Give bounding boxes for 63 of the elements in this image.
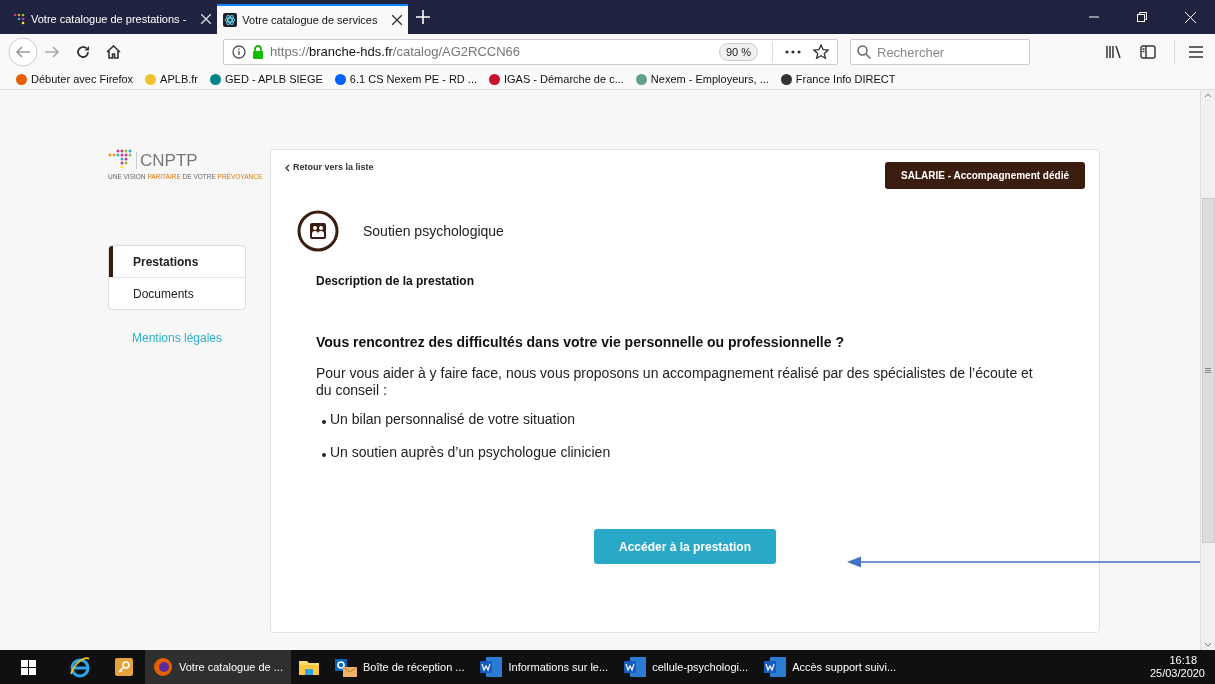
bookmark-link[interactable]: 6.1 CS Nexem PE - RD ...	[334, 71, 477, 88]
sidebar-icon[interactable]	[1140, 45, 1156, 59]
description-paragraph: Pour vous aider à y faire face, nous vous proposons un accompagnement réalisé par des spécialistes de l’écoute et du conseil :	[316, 365, 1034, 399]
restore-icon[interactable]	[1137, 12, 1147, 22]
url-text: https://branche-hds.fr/catalog/AG2RCCN66	[270, 43, 521, 62]
close-icon[interactable]	[1185, 11, 1196, 23]
info-icon	[232, 45, 246, 59]
bookmark-link[interactable]: Nexem - Employeurs, ...	[635, 71, 769, 88]
bullet-icon	[322, 420, 326, 424]
bookmark-link[interactable]: IGAS - Démarche de c...	[489, 71, 624, 88]
windows-start-icon[interactable]	[21, 659, 36, 675]
people-icon	[297, 210, 339, 252]
bookmark-link[interactable]: France Info DIRECT	[780, 71, 896, 88]
star-icon[interactable]	[813, 44, 829, 60]
key-icon[interactable]	[115, 658, 133, 676]
service-title: Soutien psychologique	[363, 221, 504, 241]
bullet-item: Un bilan personnalisé de votre situation	[330, 410, 576, 429]
library-icon[interactable]	[1106, 45, 1122, 59]
search-icon	[857, 45, 871, 59]
document-app-icon	[480, 657, 503, 677]
document-app-icon	[624, 657, 647, 677]
clock-time: 16:18	[1169, 654, 1197, 667]
zoom-badge[interactable]: 90 %	[718, 42, 758, 62]
scrollbar[interactable]	[1200, 90, 1215, 650]
taskbar-button[interactable]: Votre catalogue de ...	[145, 650, 291, 684]
chevron-left-icon	[285, 163, 290, 172]
search-field[interactable]: Rechercher	[850, 39, 1030, 65]
browser-e-icon[interactable]	[69, 656, 91, 678]
category-badge: SALARIE - Accompagnement dédié	[885, 162, 1085, 189]
dots-logo-icon	[108, 149, 132, 171]
question-heading: Vous rencontrez des difficultés dans votre vie personnelle ou professionnelle ?	[316, 333, 845, 352]
atom-icon	[223, 13, 238, 27]
nav-item[interactable]: Prestations	[109, 246, 245, 278]
bookmark-link[interactable]: GED - APLB SIEGE	[210, 71, 323, 88]
document-app-icon	[764, 657, 787, 677]
close-tab-icon[interactable]	[392, 15, 403, 25]
scroll-down-icon	[1204, 642, 1212, 648]
section-heading: Description de la prestation	[316, 273, 476, 290]
lock-icon	[252, 45, 264, 59]
menu-icon[interactable]	[1189, 46, 1203, 58]
taskbar-button[interactable]: Accès support suivi...	[756, 650, 905, 684]
bullet-item: Un soutien auprès d’un psychologue clinicien	[330, 443, 611, 462]
taskbar-button[interactable]: Informations sur le...	[472, 650, 617, 684]
folder-icon	[298, 659, 319, 675]
nav-item[interactable]: Documents	[109, 277, 245, 309]
clock-date: 25/03/2020	[1149, 667, 1205, 680]
reload-icon[interactable]	[76, 45, 90, 59]
grip-icon	[1205, 367, 1211, 373]
taskbar-button[interactable]: Boîte de réception ...	[326, 650, 473, 684]
scroll-up-icon	[1204, 92, 1212, 98]
mail-app-icon	[334, 657, 357, 677]
bookmark-link[interactable]: APLB.fr	[145, 71, 198, 88]
logo-name: CNPTP	[136, 151, 198, 169]
bullet-icon	[322, 453, 326, 457]
back-link[interactable]: Retour vers la liste	[285, 161, 374, 175]
more-icon[interactable]	[785, 50, 801, 54]
home-icon[interactable]	[106, 45, 121, 59]
dots-icon	[12, 12, 26, 26]
address-bar[interactable]: https://branche-hds.fr/catalog/AG2RCCN66 90 %	[223, 39, 838, 65]
bookmark-link[interactable]: Débuter avec Firefox	[16, 71, 134, 88]
browser-tab[interactable]: Votre catalogue de services	[217, 4, 409, 34]
taskbar-button[interactable]: cellule-psychologi...	[616, 650, 757, 684]
browser-tab[interactable]: Votre catalogue de prestations -	[6, 4, 218, 34]
